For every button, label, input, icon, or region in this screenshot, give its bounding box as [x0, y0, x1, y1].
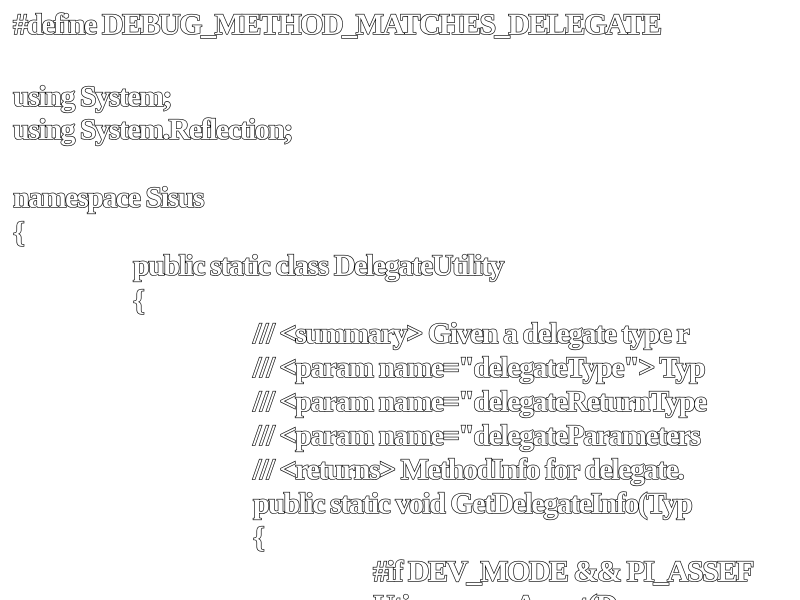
code-line-returns-comment: /// <returns> MethodInfo for delegate. [252, 452, 685, 486]
code-line-method-declaration: public static void GetDelegateInfo(Typ [252, 486, 693, 520]
code-line-param-parameters: /// <param name="delegateParameters [252, 418, 701, 452]
code-line-param-delegate-type: /// <param name="delegateType"> Typ [252, 350, 706, 384]
code-line-summary-comment: /// <summary> Given a delegate type r [252, 316, 690, 350]
code-line-open-brace: { [12, 215, 25, 249]
code-line-class-open-brace: { [132, 283, 145, 317]
code-line-class-declaration: public static class DelegateUtility [132, 248, 505, 282]
code-line-namespace: namespace Sisus [12, 180, 205, 214]
code-line-assert-call: Uti Assert(D [372, 588, 618, 600]
code-line-using-system: using System; [12, 79, 173, 113]
code-editor[interactable]: #define DEBUG_METHOD_MATCHES_DELEGATE us… [0, 0, 800, 600]
code-line-param-return-type: /// <param name="delegateReturnType [252, 384, 708, 418]
code-line-if-directive: #if DEV_MODE && PI_ASSEF [372, 554, 755, 588]
code-line-define: #define DEBUG_METHOD_MATCHES_DELEGATE [12, 7, 662, 41]
code-line-method-open-brace: { [252, 520, 265, 554]
code-line-using-reflection: using System.Reflection; [12, 112, 294, 146]
